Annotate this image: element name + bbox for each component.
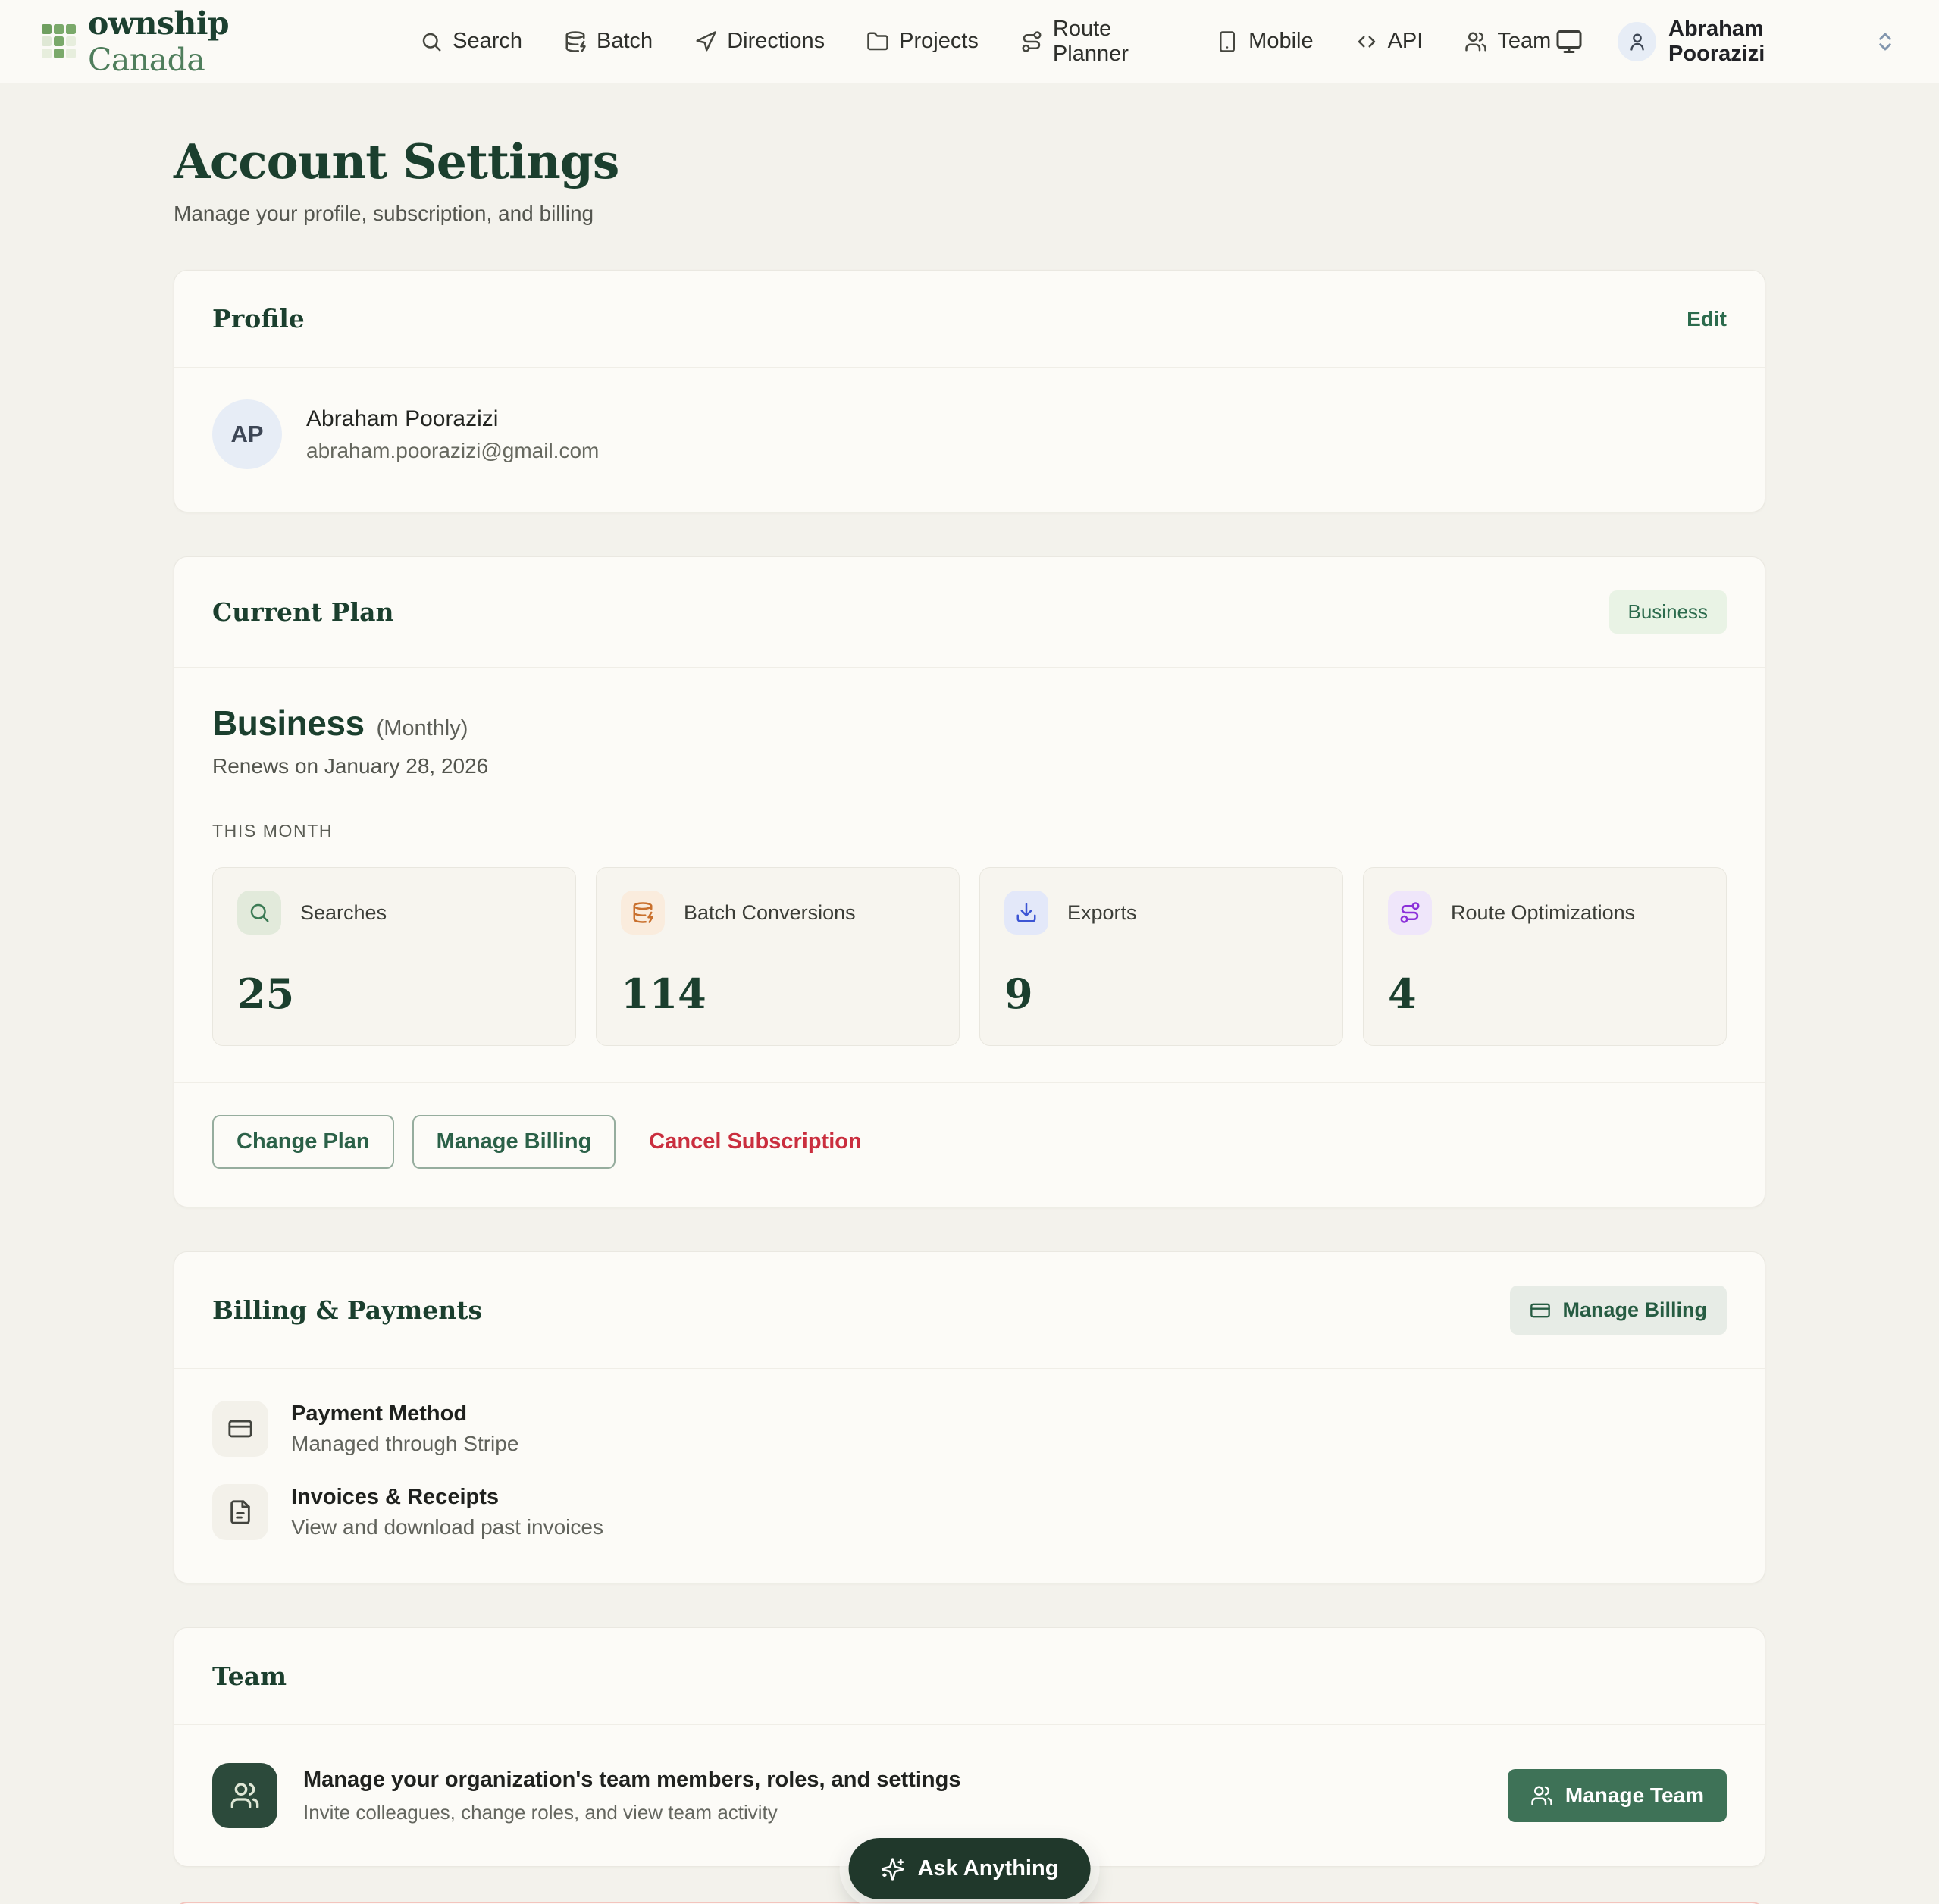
brand-wordmark: ownship Canada [88, 5, 350, 78]
search-icon [237, 891, 281, 935]
ask-anything-label: Ask Anything [918, 1856, 1059, 1881]
download-icon [1004, 891, 1048, 935]
profile-heading: Profile [212, 304, 305, 334]
usage-period-label: THIS MONTH [212, 821, 1727, 841]
stat-card-route-optimizations: Route Optimizations 4 [1363, 867, 1727, 1046]
stat-label: Exports [1067, 901, 1137, 925]
nav-label: Projects [899, 29, 979, 54]
navigation-icon [694, 30, 717, 53]
stat-value: 9 [1004, 969, 1318, 1018]
nav-item-api[interactable]: API [1355, 29, 1424, 54]
stat-value: 25 [237, 969, 551, 1018]
user-name: Abraham Poorazizi [1668, 17, 1862, 67]
payment-method-subtitle: Managed through Stripe [291, 1432, 518, 1456]
nav-item-route-planner[interactable]: Route Planner [1020, 17, 1174, 67]
ask-anything-button[interactable]: Ask Anything [849, 1838, 1091, 1899]
team-heading: Team [212, 1661, 287, 1691]
payment-method-title: Payment Method [291, 1401, 518, 1426]
nav-item-batch[interactable]: Batch [564, 29, 653, 54]
nav-label: Batch [597, 29, 653, 54]
top-navbar: ownship Canada Search Batch Directions P… [0, 0, 1939, 83]
nav-label: Route Planner [1053, 17, 1174, 67]
credit-card-icon [212, 1401, 268, 1457]
page-title: Account Settings [174, 133, 1765, 189]
current-plan-card: Current Plan Business Business (Monthly)… [174, 556, 1765, 1207]
nav-item-projects[interactable]: Projects [866, 29, 979, 54]
billing-manage-label: Manage Billing [1562, 1298, 1707, 1322]
plan-badge: Business [1609, 590, 1728, 634]
payment-method-row[interactable]: Payment Method Managed through Stripe [212, 1401, 1727, 1457]
display-mode-button[interactable] [1551, 23, 1587, 60]
billing-card: Billing & Payments Manage Billing Paymen… [174, 1251, 1765, 1583]
edit-profile-button[interactable]: Edit [1687, 307, 1727, 331]
nav-item-team[interactable]: Team [1464, 29, 1551, 54]
file-text-icon [212, 1484, 268, 1540]
plan-renewal: Renews on January 28, 2026 [212, 754, 1727, 778]
code-icon [1355, 30, 1378, 53]
cancel-subscription-button[interactable]: Cancel Subscription [649, 1129, 861, 1154]
sparkles-icon [881, 1857, 905, 1881]
users-icon [1464, 30, 1487, 53]
route-icon [1020, 30, 1043, 53]
manage-team-button[interactable]: Manage Team [1508, 1769, 1727, 1822]
nav-label: Directions [727, 29, 825, 54]
invoices-subtitle: View and download past invoices [291, 1515, 603, 1539]
profile-card: Profile Edit AP Abraham Poorazizi abraha… [174, 270, 1765, 512]
search-icon [420, 30, 443, 53]
page-subtitle: Manage your profile, subscription, and b… [174, 202, 1765, 226]
brand-logo[interactable]: ownship Canada [42, 5, 350, 78]
profile-name: Abraham Poorazizi [306, 406, 599, 432]
billing-manage-button[interactable]: Manage Billing [1510, 1286, 1727, 1335]
profile-avatar: AP [212, 399, 282, 469]
plan-name: Business [212, 703, 365, 744]
stat-label: Batch Conversions [684, 901, 856, 925]
main-content: Account Settings Manage your profile, su… [174, 83, 1765, 1904]
nav-label: Team [1497, 29, 1551, 54]
user-avatar [1618, 22, 1656, 61]
team-description-subtitle: Invite colleagues, change roles, and vie… [303, 1801, 960, 1824]
stat-card-exports: Exports 9 [979, 867, 1343, 1046]
team-description-title: Manage your organization's team members,… [303, 1768, 960, 1793]
manage-team-label: Manage Team [1565, 1783, 1704, 1808]
profile-email: abraham.poorazizi@gmail.com [306, 439, 599, 463]
nav-item-directions[interactable]: Directions [694, 29, 825, 54]
usage-stats: Searches 25 Batch Conversions 114 [212, 867, 1727, 1046]
stat-label: Route Optimizations [1451, 901, 1635, 925]
stat-card-batch-conversions: Batch Conversions 114 [596, 867, 960, 1046]
stat-value: 114 [621, 969, 935, 1018]
current-plan-heading: Current Plan [212, 597, 393, 627]
manage-billing-button[interactable]: Manage Billing [412, 1115, 616, 1169]
nav-label: Search [453, 29, 522, 54]
team-card: Team Manage your organization's team mem… [174, 1627, 1765, 1867]
route-icon [1388, 891, 1432, 935]
database-zap-icon [564, 30, 587, 53]
user-menu[interactable]: Abraham Poorazizi [1618, 17, 1897, 67]
invoices-row[interactable]: Invoices & Receipts View and download pa… [212, 1484, 1727, 1540]
nav-label: API [1388, 29, 1424, 54]
billing-heading: Billing & Payments [212, 1295, 482, 1325]
invoices-title: Invoices & Receipts [291, 1485, 603, 1510]
users-icon [212, 1763, 277, 1828]
nav-item-mobile[interactable]: Mobile [1216, 29, 1313, 54]
user-icon [1627, 31, 1648, 52]
monitor-icon [1555, 28, 1583, 55]
database-zap-icon [621, 891, 665, 935]
nav-label: Mobile [1248, 29, 1313, 54]
stat-label: Searches [300, 901, 387, 925]
smartphone-icon [1216, 30, 1239, 53]
change-plan-button[interactable]: Change Plan [212, 1115, 394, 1169]
credit-card-icon [1530, 1300, 1551, 1321]
nav-item-search[interactable]: Search [420, 29, 522, 54]
stat-card-searches: Searches 25 [212, 867, 576, 1046]
folder-icon [866, 30, 889, 53]
chevron-up-down-icon [1874, 30, 1897, 53]
users-icon [1530, 1784, 1553, 1807]
stat-value: 4 [1388, 969, 1702, 1018]
main-menu: Search Batch Directions Projects Route P… [420, 17, 1551, 67]
plan-cycle: (Monthly) [377, 716, 468, 741]
township-grid-logo-icon [42, 24, 76, 58]
